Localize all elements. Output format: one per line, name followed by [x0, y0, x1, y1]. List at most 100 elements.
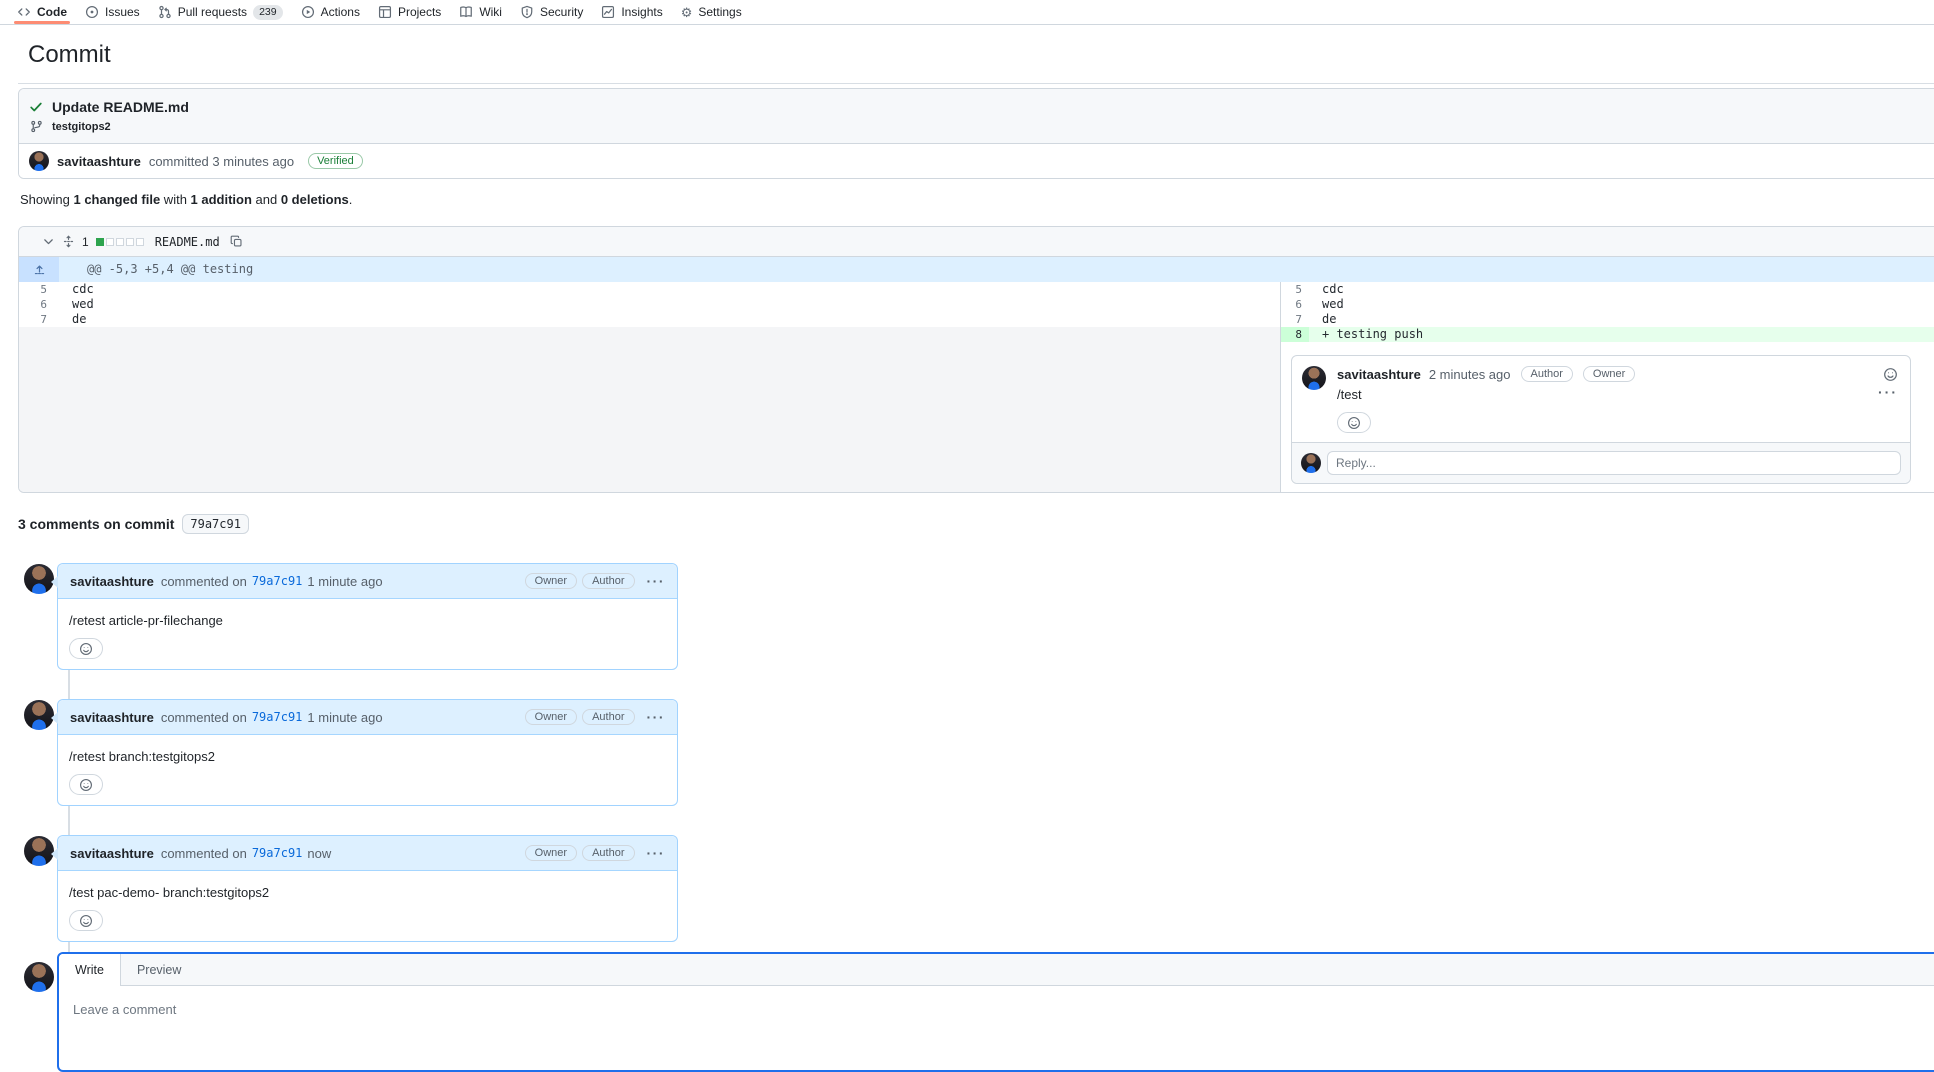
add-reaction-button[interactable] — [69, 910, 103, 931]
line-text: wed — [59, 297, 94, 312]
comments-section-header: 3 comments on commit 79a7c91 — [18, 514, 1934, 534]
tab-code[interactable]: Code — [8, 0, 76, 24]
tab-label: Insights — [621, 5, 662, 19]
pull-requests-count-badge: 239 — [253, 5, 283, 20]
add-reaction-button[interactable] — [1337, 412, 1371, 433]
tab-write[interactable]: Write — [59, 954, 121, 986]
page-title: Commit — [28, 39, 1934, 70]
tab-security[interactable]: Security — [511, 0, 592, 24]
pull-request-icon — [158, 5, 172, 19]
add-reaction-button[interactable] — [69, 774, 103, 795]
unfold-icon[interactable] — [62, 235, 75, 248]
tab-preview[interactable]: Preview — [121, 954, 197, 985]
tab-label: Settings — [698, 5, 741, 19]
diff-file-box: 1 README.md @@ -5,3 +5,4 @@ testing 5 cd… — [18, 226, 1934, 493]
shield-icon — [520, 5, 534, 19]
avatar[interactable] — [24, 836, 54, 866]
tab-pull-requests[interactable]: Pull requests 239 — [149, 0, 292, 24]
commit-branch[interactable]: testgitops2 — [52, 121, 111, 133]
diff-pane-old: 5 cdc 6 wed 7 de — [19, 282, 1281, 492]
diff-pane-new: 5 cdc 6 wed 7 de 8 + testing push — [1281, 282, 1934, 492]
comment-author[interactable]: savitaashture — [70, 710, 154, 725]
line-text: de — [59, 312, 86, 327]
kebab-menu-icon[interactable]: ··· — [647, 848, 666, 858]
graph-icon — [601, 5, 615, 19]
avatar[interactable] — [24, 700, 54, 730]
commit-message-title: Update README.md — [52, 99, 189, 115]
kebab-menu-icon[interactable]: ··· — [647, 576, 666, 586]
tab-insights[interactable]: Insights — [592, 0, 671, 24]
avatar[interactable] — [1302, 366, 1326, 390]
comment-text: /test pac-demo- branch:testgitops2 — [69, 885, 665, 900]
author-badge: Author — [1521, 366, 1573, 382]
author-badge: Author — [582, 845, 634, 861]
add-reaction-button[interactable] — [69, 638, 103, 659]
gear-icon: ⚙ — [681, 6, 693, 19]
kebab-menu-icon[interactable]: ··· — [647, 712, 666, 722]
avatar[interactable] — [24, 564, 54, 594]
line-number: 5 — [1281, 282, 1309, 297]
expand-diff-button[interactable] — [19, 257, 59, 282]
repo-tab-bar: Code Issues Pull requests 239 Actions Pr… — [0, 0, 1934, 25]
tab-label: Wiki — [479, 5, 502, 19]
diff-line: 6 wed — [1281, 297, 1934, 312]
owner-badge: Owner — [525, 573, 577, 589]
comment-timestamp[interactable]: 1 minute ago — [307, 710, 382, 725]
author-badge: Author — [582, 573, 634, 589]
issue-icon — [85, 5, 99, 19]
diff-line: 6 wed — [19, 297, 1280, 312]
play-icon — [301, 5, 315, 19]
comment-author[interactable]: savitaashture — [1337, 367, 1421, 382]
tab-issues[interactable]: Issues — [76, 0, 149, 24]
new-comment-composer: Write Preview — [18, 952, 1934, 1072]
kebab-menu-icon[interactable]: ··· — [1878, 387, 1898, 397]
comment-author[interactable]: savitaashture — [70, 574, 154, 589]
diff-line: 7 de — [19, 312, 1280, 327]
tab-settings[interactable]: ⚙ Settings — [672, 0, 751, 24]
commit-head: Update README.md testgitops2 — [19, 89, 1934, 144]
reply-input[interactable] — [1327, 451, 1901, 475]
commit-sha-link[interactable]: 79a7c91 — [252, 574, 303, 588]
comment-textarea[interactable] — [71, 1000, 1934, 1060]
owner-badge: Owner — [525, 845, 577, 861]
commit-sha-link[interactable]: 79a7c91 — [252, 846, 303, 860]
avatar[interactable] — [29, 151, 49, 171]
comment-author[interactable]: savitaashture — [70, 846, 154, 861]
commit-comment: savitaashture commented on 79a7c91 1 min… — [18, 699, 1934, 806]
tab-label: Code — [37, 5, 67, 19]
add-reaction-icon[interactable] — [1883, 367, 1898, 382]
tab-wiki[interactable]: Wiki — [450, 0, 511, 24]
diff-line: 5 cdc — [19, 282, 1280, 297]
tab-label: Issues — [105, 5, 140, 19]
commit-author[interactable]: savitaashture — [57, 154, 141, 169]
commit-sha-link[interactable]: 79a7c91 — [252, 710, 303, 724]
line-number: 7 — [1281, 312, 1309, 327]
comment-verb: commented on — [161, 710, 247, 725]
comment-timestamp[interactable]: now — [307, 846, 331, 861]
check-icon — [29, 100, 43, 114]
comment-verb: commented on — [161, 574, 247, 589]
avatar — [1301, 453, 1321, 473]
inline-comment-thread: savitaashture 2 minutes ago Author Owner — [1291, 355, 1911, 484]
comment-verb: commented on — [161, 846, 247, 861]
tab-actions[interactable]: Actions — [292, 0, 369, 24]
hunk-header-row: @@ -5,3 +5,4 @@ testing — [19, 257, 1934, 282]
composer-tab-bar: Write Preview — [59, 954, 1934, 986]
git-branch-icon — [30, 120, 43, 133]
tab-label: Actions — [321, 5, 360, 19]
owner-badge: Owner — [1583, 366, 1635, 382]
avatar — [24, 962, 54, 992]
line-number: 7 — [19, 312, 59, 327]
diff-filename: README.md — [155, 235, 220, 249]
changed-files-count: 1 — [82, 235, 89, 249]
verified-badge[interactable]: Verified — [308, 153, 363, 169]
hunk-header-text: @@ -5,3 +5,4 @@ testing — [59, 257, 253, 282]
comment-timestamp[interactable]: 2 minutes ago — [1429, 367, 1511, 382]
line-number: 6 — [1281, 297, 1309, 312]
chevron-down-icon[interactable] — [42, 235, 55, 248]
copy-icon[interactable] — [230, 235, 243, 248]
tab-projects[interactable]: Projects — [369, 0, 450, 24]
commit-comment: savitaashture commented on 79a7c91 1 min… — [18, 563, 1934, 670]
comment-timestamp[interactable]: 1 minute ago — [307, 574, 382, 589]
comment-text: /test — [1337, 387, 1362, 402]
